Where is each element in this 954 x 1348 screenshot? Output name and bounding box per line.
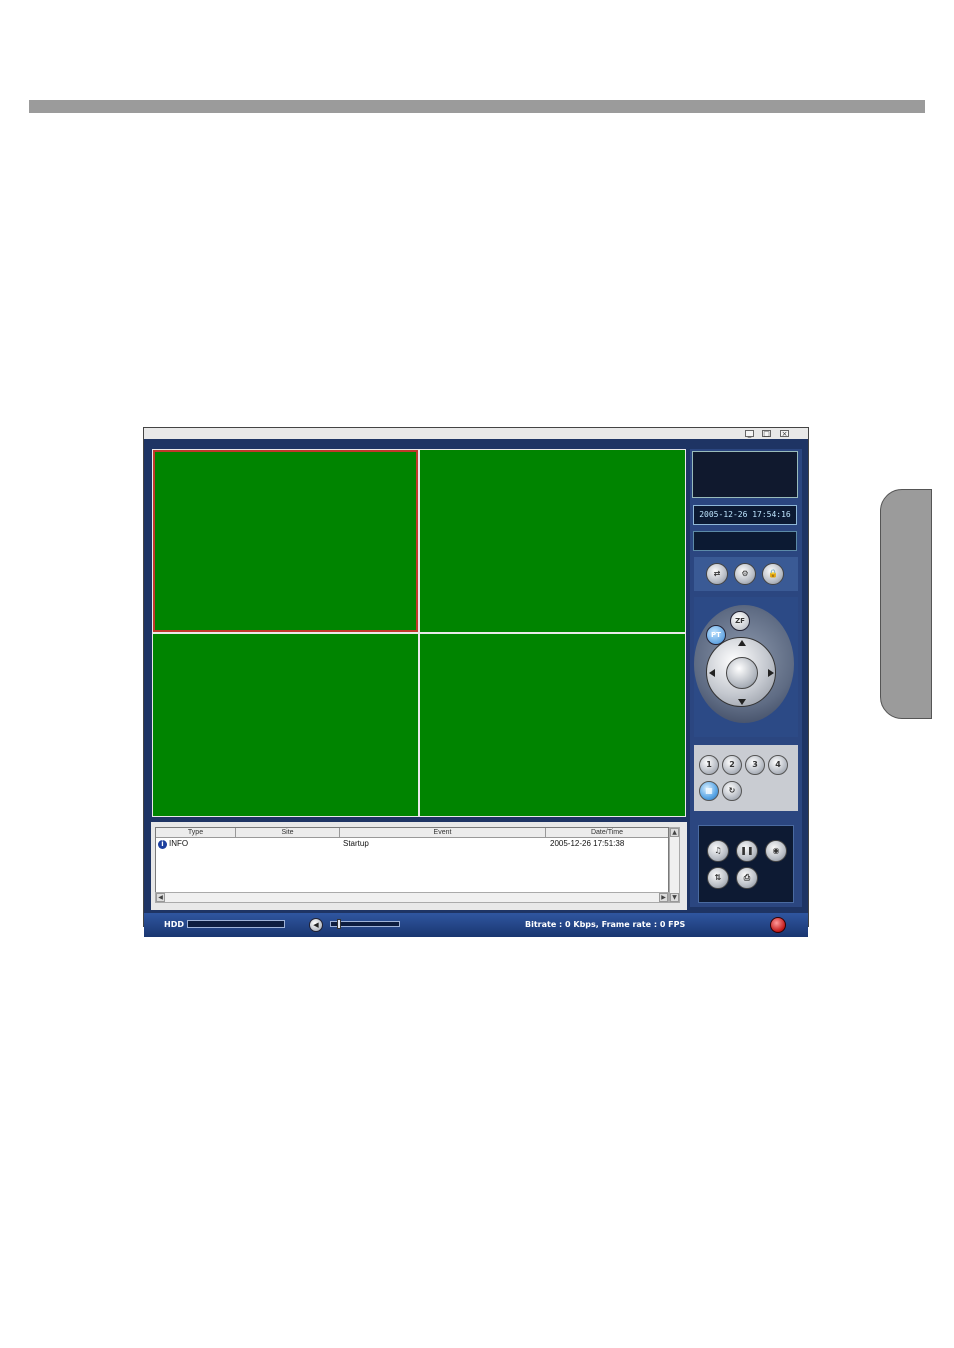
video-grid <box>152 449 686 817</box>
row-type: INFO <box>169 839 189 848</box>
clock-display: 2005-12-26 17:54:16 <box>693 505 797 525</box>
display-box <box>692 451 798 498</box>
column-event[interactable]: Event <box>340 828 546 837</box>
vertical-scrollbar[interactable]: ▲ ▼ <box>669 827 680 903</box>
record-icon[interactable]: ⎙ <box>736 867 758 889</box>
row-datetime: 2005-12-26 17:51:38 <box>550 839 625 848</box>
sequence-icon[interactable]: ↻ <box>722 781 742 801</box>
dpad-center-button[interactable] <box>726 657 758 689</box>
scroll-left-icon[interactable]: ◀ <box>156 893 165 902</box>
status-display <box>693 531 797 551</box>
lock-icon[interactable]: 🔒 <box>762 563 784 585</box>
hdd-label: HDD <box>164 920 184 929</box>
scroll-up-icon[interactable]: ▲ <box>670 828 679 837</box>
horizontal-scrollbar[interactable]: ◀ ▶ <box>155 892 669 903</box>
arrow-up-icon[interactable] <box>738 640 746 646</box>
zoom-focus-button[interactable]: ZF <box>730 611 750 631</box>
control-panel: 2005-12-26 17:54:16 ⇄ ⚙ 🔒 PT ZF 1 2 3 4 … <box>690 449 802 907</box>
camera-icon[interactable]: ◉ <box>765 840 787 862</box>
connect-icon[interactable]: ⇄ <box>706 563 728 585</box>
settings-icon[interactable]: ⚙ <box>734 563 756 585</box>
camera-view-2[interactable] <box>420 450 685 632</box>
quad-view-icon[interactable]: ▦ <box>699 781 719 801</box>
channel-1-button[interactable]: 1 <box>699 755 719 775</box>
row-event: Startup <box>343 839 369 848</box>
column-site[interactable]: Site <box>236 828 340 837</box>
channel-3-button[interactable]: 3 <box>745 755 765 775</box>
status-bar: HDD ◀ Bitrate : 0 Kbps, Frame rate : 0 F… <box>144 913 808 937</box>
page-header-rule <box>29 100 925 113</box>
volume-slider-thumb[interactable] <box>337 919 341 929</box>
arrow-left-icon[interactable] <box>709 669 715 677</box>
minimize-button[interactable]: _ <box>745 430 754 438</box>
channel-2-button[interactable]: 2 <box>722 755 742 775</box>
title-bar: _ □ × <box>144 428 808 439</box>
volume-slider[interactable] <box>330 919 400 929</box>
ptz-control: PT ZF <box>694 597 798 737</box>
event-log-header: Type Site Event Date/Time <box>156 828 668 838</box>
audio-icon[interactable]: ♫ <box>707 840 729 862</box>
arrow-right-icon[interactable] <box>768 669 774 677</box>
main-area: Type Site Event Date/Time i INFO Startup… <box>144 439 808 937</box>
maximize-button[interactable]: □ <box>762 430 771 438</box>
speaker-icon[interactable]: ◀ <box>309 918 323 932</box>
bitrate-status: Bitrate : 0 Kbps, Frame rate : 0 FPS <box>525 920 686 929</box>
arrow-down-icon[interactable] <box>738 699 746 705</box>
dvr-viewer-window: _ □ × Type Site Event Date/Time i INFO S… <box>143 427 809 937</box>
column-datetime[interactable]: Date/Time <box>546 828 668 837</box>
hdd-usage-bar <box>187 920 285 928</box>
playback-controls: ♫ ❚❚ ◉ ⇅ ⎙ <box>698 825 794 903</box>
column-type[interactable]: Type <box>156 828 236 837</box>
channel-4-button[interactable]: 4 <box>768 755 788 775</box>
power-icon[interactable] <box>770 917 786 933</box>
pause-icon[interactable]: ❚❚ <box>736 840 758 862</box>
scroll-down-icon[interactable]: ▼ <box>670 893 679 902</box>
event-log-panel: Type Site Event Date/Time i INFO Startup… <box>151 822 687 910</box>
function-button-row: ⇄ ⚙ 🔒 <box>694 557 798 591</box>
camera-view-4[interactable] <box>420 634 685 816</box>
camera-view-3[interactable] <box>153 634 418 816</box>
info-icon: i <box>158 840 167 849</box>
page-side-tab <box>880 489 932 719</box>
close-button[interactable]: × <box>780 430 789 438</box>
channel-selector: 1 2 3 4 ▦ ↻ <box>694 745 798 811</box>
scroll-right-icon[interactable]: ▶ <box>659 893 668 902</box>
direction-pad[interactable] <box>706 637 776 707</box>
adjust-icon[interactable]: ⇅ <box>707 867 729 889</box>
camera-view-1[interactable] <box>153 450 418 632</box>
